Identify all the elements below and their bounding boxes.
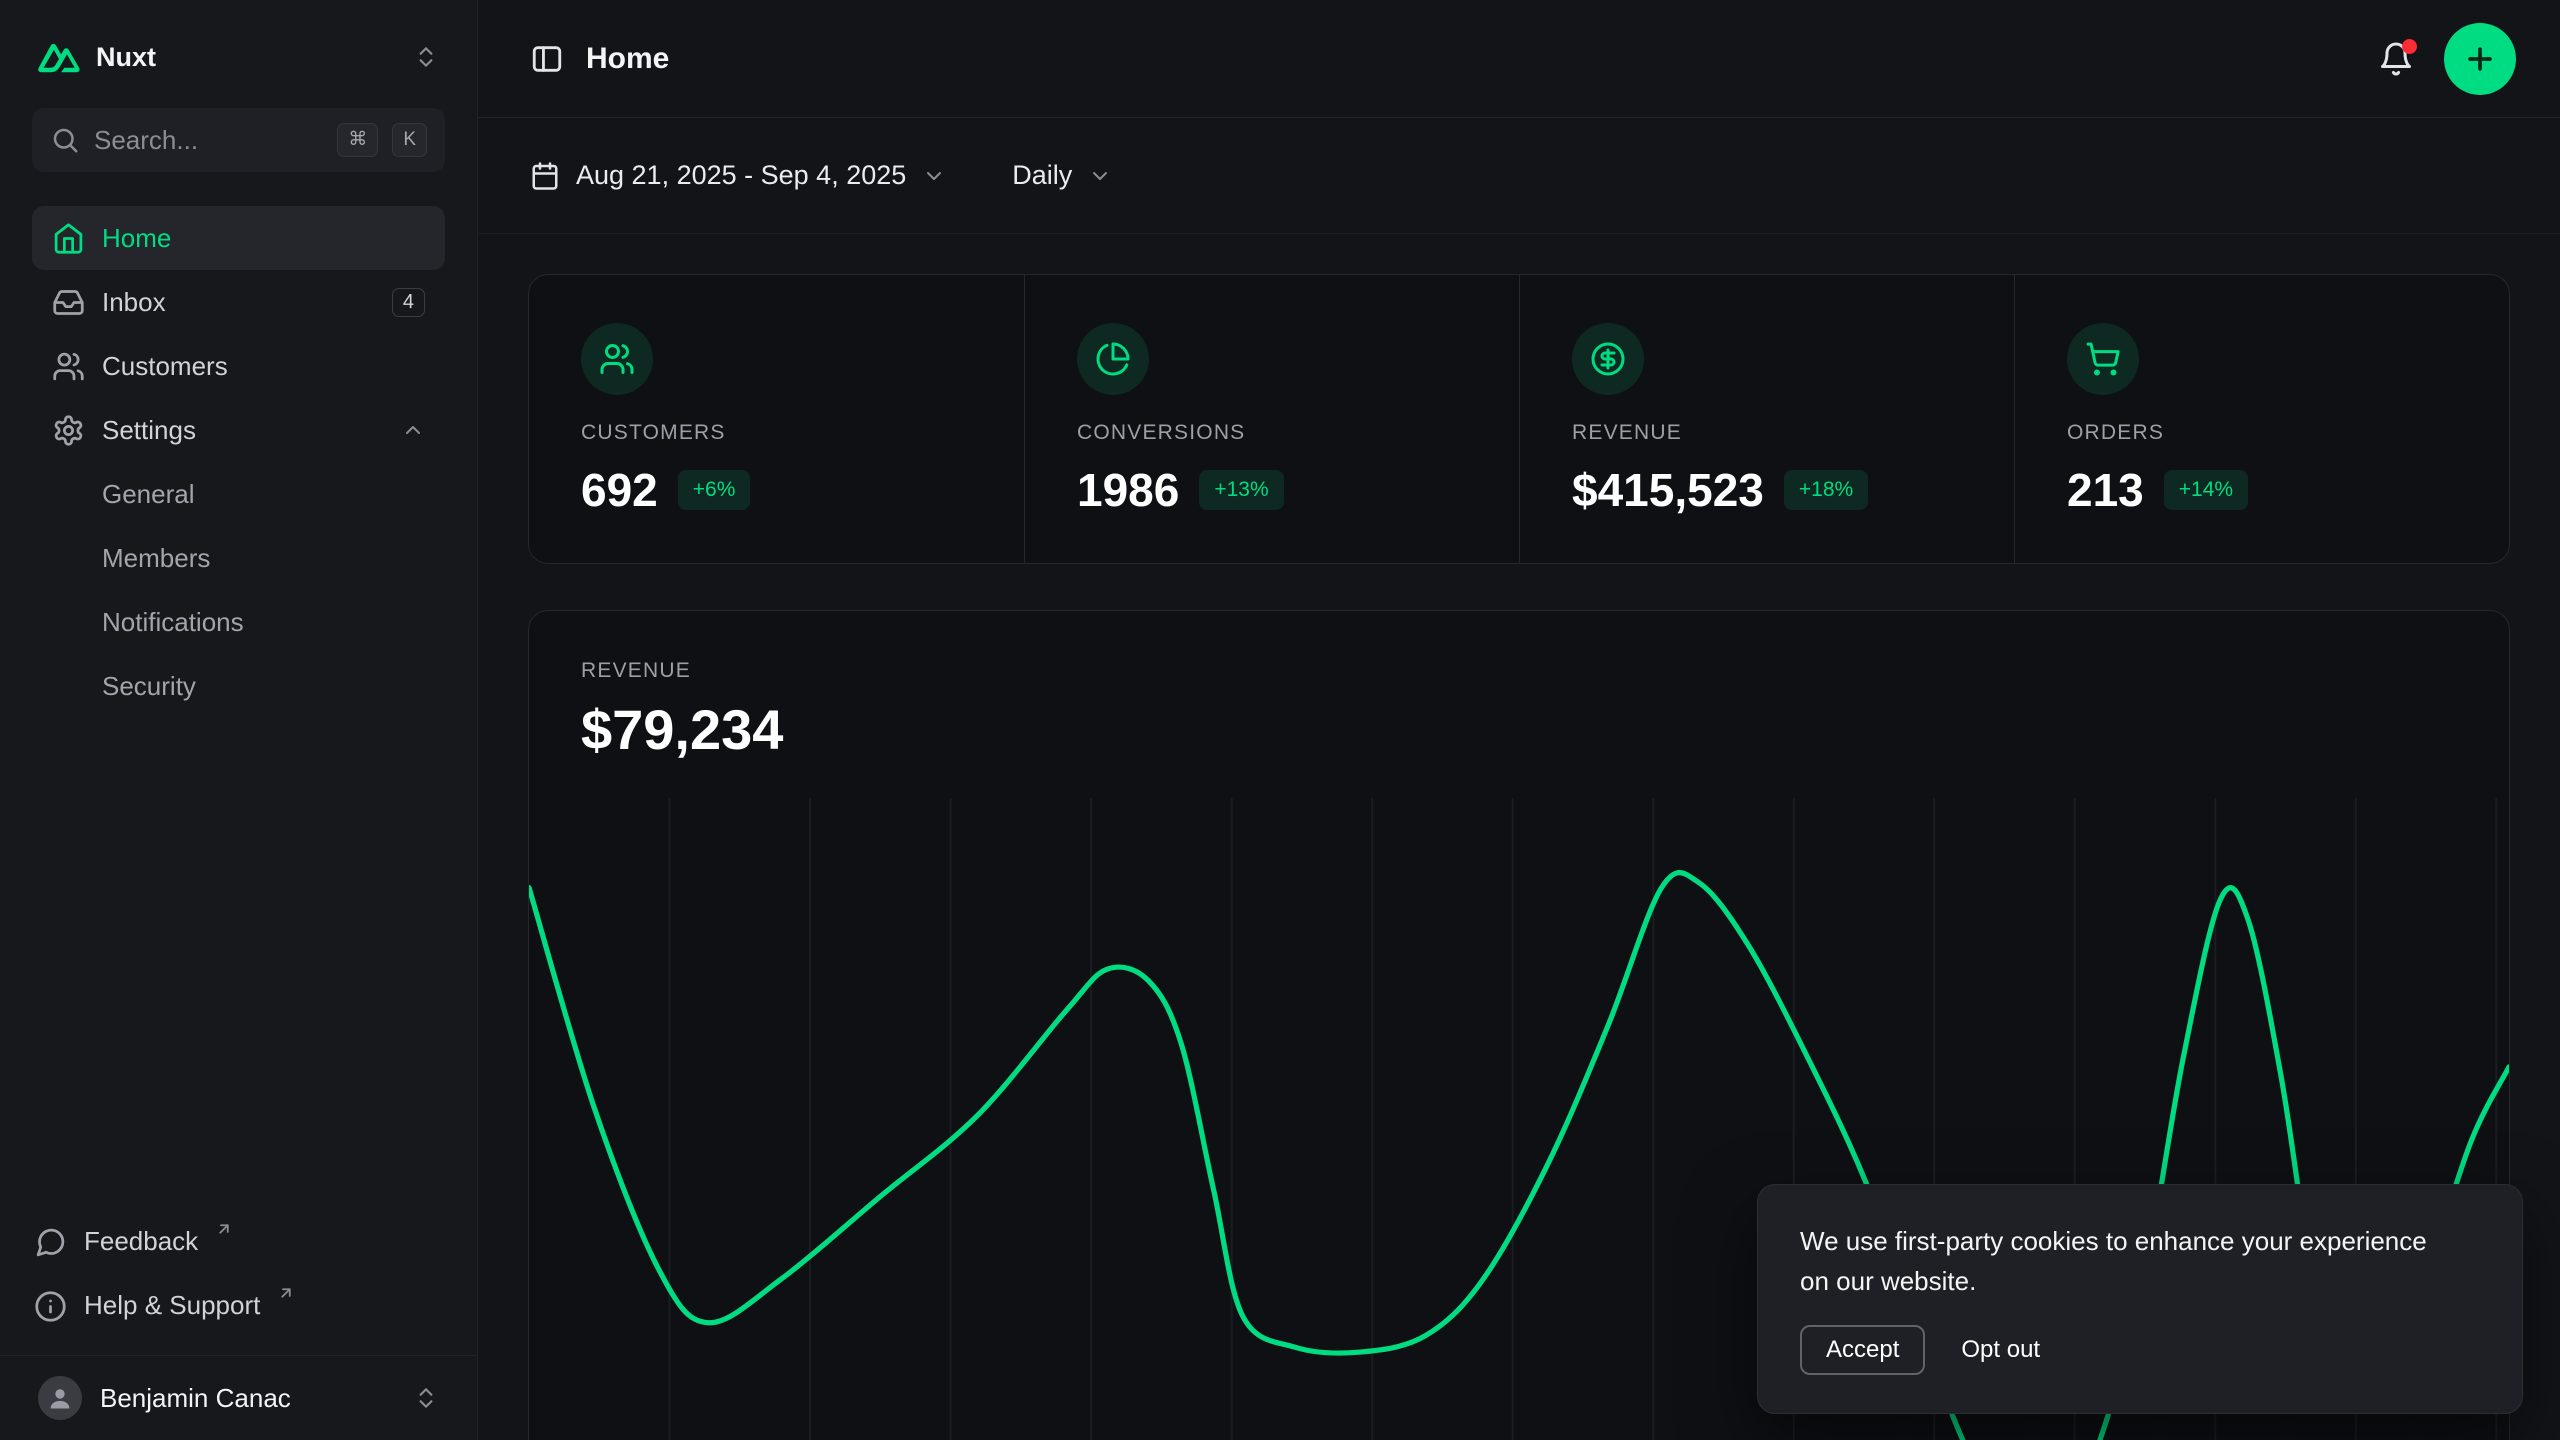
chevron-down-icon [922,164,946,188]
shopping-cart-icon [2067,323,2139,395]
search-icon [50,125,80,155]
search-input[interactable] [94,125,323,156]
stat-value: 1986 [1077,463,1179,517]
home-icon [52,222,85,255]
top-header: Home [478,0,2560,118]
revenue-label: REVENUE [581,659,2457,683]
cookie-banner: We use first-party cookies to enhance yo… [1757,1184,2523,1414]
sidebar-item-home[interactable]: Home [32,206,445,270]
filter-toolbar: Aug 21, 2025 - Sep 4, 2025 Daily [478,118,2560,234]
workspace-name: Nuxt [96,42,156,73]
sidebar-item-security[interactable]: Security [32,654,445,718]
opt-out-button[interactable]: Opt out [1939,1327,2062,1373]
stats-card: CUSTOMERS 692 +6% CONVERSIONS 1986 +13% [528,274,2510,564]
stat-delta-badge: +14% [2164,470,2248,510]
page-title: Home [586,42,669,76]
stat-conversions: CONVERSIONS 1986 +13% [1024,275,1519,563]
search-bar[interactable]: ⌘ K [32,108,445,172]
stat-revenue: REVENUE $415,523 +18% [1519,275,2014,563]
chevron-down-icon [1088,164,1112,188]
sidebar-item-label: General [102,479,195,510]
users-circle-icon [581,323,653,395]
add-button[interactable] [2444,23,2516,95]
chevrons-up-down-icon [413,1385,439,1411]
accept-cookies-button[interactable]: Accept [1800,1325,1925,1375]
notification-dot [2402,39,2417,54]
users-icon [52,350,85,383]
stat-delta-badge: +6% [678,470,751,510]
sidebar-item-label: Notifications [102,607,244,638]
user-menu[interactable]: Benjamin Canac [0,1355,477,1440]
info-circle-icon [34,1290,67,1323]
kbd-k: K [392,123,427,157]
stat-label: CONVERSIONS [1077,421,1467,445]
settings-children: General Members Notifications Security [32,462,445,718]
help-support-link[interactable]: Help & Support [32,1275,445,1339]
workspace-switcher[interactable]: Nuxt [32,28,445,86]
sidebar: Nuxt ⌘ K Home Inbox 4 [0,0,478,1440]
sidebar-toggle-button[interactable] [530,42,564,76]
sidebar-item-customers[interactable]: Customers [32,334,445,398]
sidebar-item-label: Security [102,671,196,702]
user-avatar [38,1376,82,1420]
revenue-value: $79,234 [581,697,2457,762]
sidebar-footer: Feedback Help & Support [32,1211,445,1339]
stat-label: REVENUE [1572,421,1962,445]
inbox-icon [52,286,85,319]
sidebar-item-label: Customers [102,351,228,382]
sidebar-item-label: Members [102,543,210,574]
sidebar-item-notifications[interactable]: Notifications [32,590,445,654]
stat-customers: CUSTOMERS 692 +6% [529,275,1024,563]
chevrons-up-down-icon [413,44,439,70]
granularity-select[interactable]: Daily [1012,160,1112,191]
external-link-icon [277,1284,295,1302]
sidebar-item-members[interactable]: Members [32,526,445,590]
date-range-label: Aug 21, 2025 - Sep 4, 2025 [576,160,906,191]
pie-chart-icon [1077,323,1149,395]
user-name: Benjamin Canac [100,1383,291,1414]
stat-delta-badge: +18% [1784,470,1868,510]
external-link-icon [215,1220,233,1238]
notifications-button[interactable] [2378,41,2414,77]
sidebar-item-settings[interactable]: Settings [32,398,445,462]
plus-icon [2463,42,2497,76]
calendar-icon [530,161,560,191]
footer-link-label: Feedback [84,1226,198,1257]
sidebar-item-label: Inbox [102,287,166,318]
gear-icon [52,414,85,447]
kbd-cmd: ⌘ [337,123,378,157]
footer-link-label: Help & Support [84,1290,260,1321]
date-range-picker[interactable]: Aug 21, 2025 - Sep 4, 2025 [530,160,946,191]
stat-value: $415,523 [1572,463,1764,517]
sidebar-item-inbox[interactable]: Inbox 4 [32,270,445,334]
stat-delta-badge: +13% [1199,470,1283,510]
inbox-count-badge: 4 [392,288,425,317]
nuxt-logo-icon [38,41,80,73]
sidebar-item-label: Settings [102,415,196,446]
dollar-circle-icon [1572,323,1644,395]
sidebar-item-label: Home [102,223,171,254]
stat-value: 692 [581,463,658,517]
cookie-message: We use first-party cookies to enhance yo… [1800,1221,2460,1301]
feedback-link[interactable]: Feedback [32,1211,445,1275]
message-bubble-icon [34,1226,67,1259]
panel-left-icon [530,42,564,76]
stat-label: CUSTOMERS [581,421,972,445]
sidebar-nav: Home Inbox 4 Customers Settings [32,206,445,1211]
sidebar-item-general[interactable]: General [32,462,445,526]
stat-label: ORDERS [2067,421,2457,445]
stat-orders: ORDERS 213 +14% [2014,275,2509,563]
stat-value: 213 [2067,463,2144,517]
chevron-up-icon [401,418,425,442]
granularity-label: Daily [1012,160,1072,191]
header-actions [2378,23,2516,95]
